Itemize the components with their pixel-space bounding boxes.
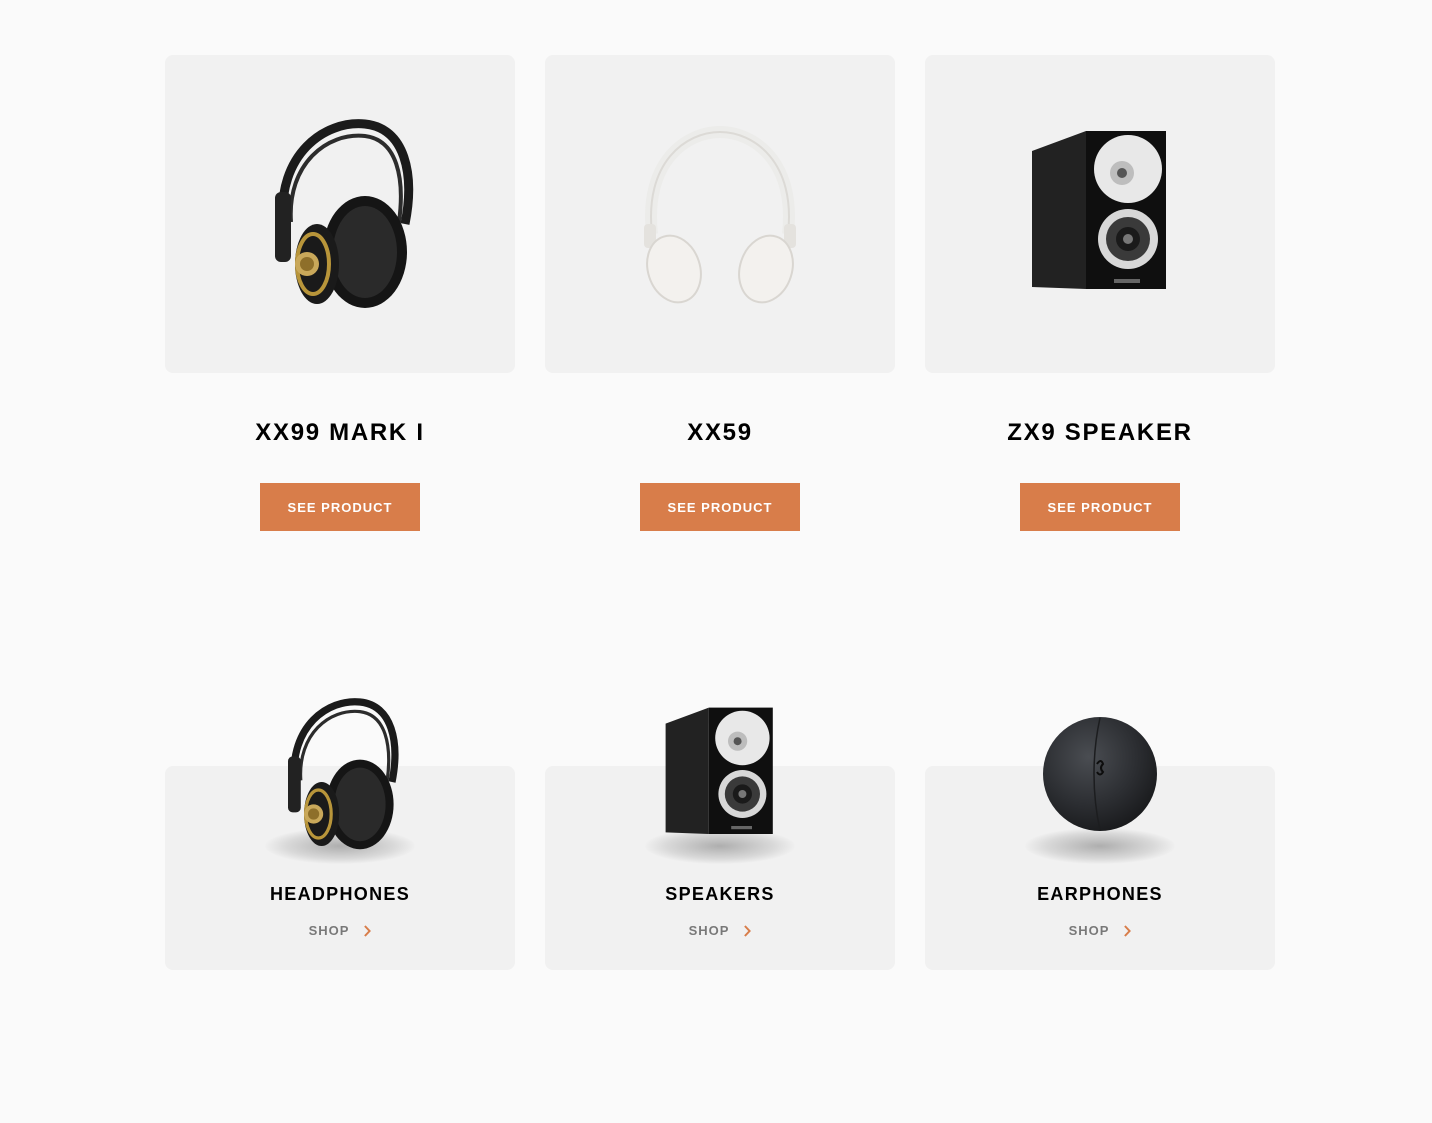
category-thumbnail — [630, 684, 810, 864]
see-product-button[interactable]: SEE PRODUCT — [260, 483, 420, 531]
shop-label: SHOP — [688, 923, 730, 938]
product-image[interactable] — [925, 55, 1275, 373]
earphones-case-icon — [1043, 717, 1157, 831]
product-image[interactable] — [165, 55, 515, 373]
shop-label: SHOP — [308, 923, 350, 938]
see-product-button[interactable]: SEE PRODUCT — [1020, 483, 1180, 531]
category-name: EARPHONES — [1037, 884, 1163, 904]
product-name: XX99 MARK I — [255, 419, 425, 446]
product-card-zx9-speaker: ZX9 SPEAKER SEE PRODUCT — [925, 55, 1275, 531]
product-name: XX59 — [687, 419, 753, 446]
chevron-right-icon — [363, 924, 371, 937]
category-thumbnail — [250, 684, 430, 864]
product-card-xx99-mark-i: XX99 MARK I SEE PRODUCT — [165, 55, 515, 531]
chevron-right-icon — [743, 924, 751, 937]
shop-link[interactable]: SHOP — [1069, 923, 1132, 938]
speaker-icon — [665, 707, 773, 834]
black-headphones-icon — [288, 698, 399, 850]
shop-label: SHOP — [1068, 923, 1110, 938]
product-image[interactable] — [545, 55, 895, 373]
page: XX99 MARK I SEE PRODUCT XX59 SEE PRODUCT — [0, 0, 1432, 1123]
shop-link[interactable]: SHOP — [689, 923, 752, 938]
see-product-button[interactable]: SEE PRODUCT — [640, 483, 800, 531]
white-headphones-icon — [644, 125, 796, 304]
category-card-speakers[interactable]: SPEAKERS SHOP — [545, 707, 895, 970]
chevron-right-icon — [1123, 924, 1131, 937]
category-name: SPEAKERS — [665, 884, 775, 904]
product-card-xx59: XX59 SEE PRODUCT — [545, 55, 895, 531]
category-card-headphones[interactable]: HEADPHONES SHOP — [165, 698, 515, 970]
category-card-earphones[interactable]: EARPHONES SHOP — [925, 717, 1275, 970]
black-headphones-icon — [275, 119, 414, 308]
category-name: HEADPHONES — [269, 884, 411, 904]
product-name: ZX9 SPEAKER — [1007, 419, 1193, 446]
category-thumbnail — [1010, 684, 1190, 864]
shop-link[interactable]: SHOP — [309, 923, 372, 938]
speaker-icon — [1032, 131, 1166, 289]
